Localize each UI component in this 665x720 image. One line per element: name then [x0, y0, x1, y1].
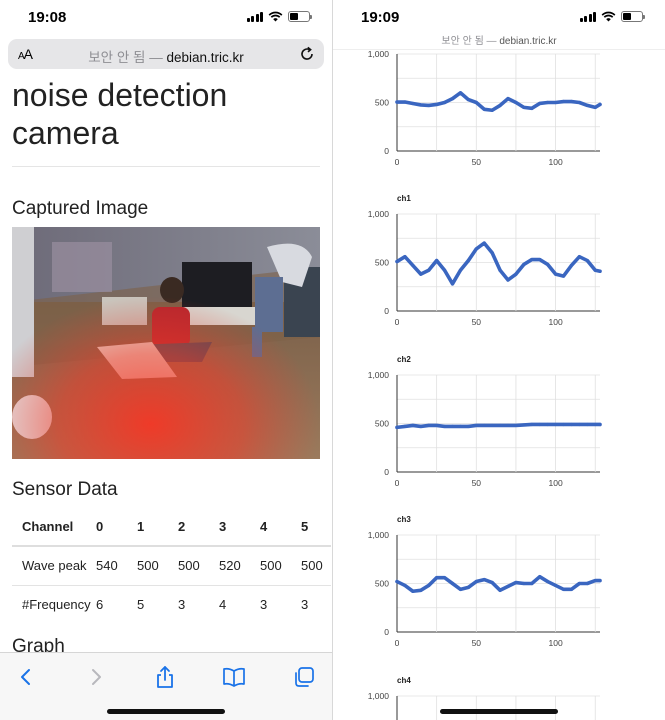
status-bar: 19:08 — [0, 0, 332, 36]
page-title: noise detection camera — [12, 77, 228, 151]
table-cell: 500 — [137, 545, 178, 585]
table-cell: 5 — [137, 584, 178, 624]
table-cell: 500 — [260, 545, 301, 585]
row-label: Wave peak — [12, 545, 96, 585]
table-header: 1 — [137, 518, 145, 534]
address-bar[interactable]: AA 보안 안 됨 — debian.tric.kr — [8, 39, 324, 69]
battery-icon — [288, 11, 312, 22]
back-icon[interactable] — [14, 665, 40, 689]
cellular-signal-icon — [246, 11, 263, 22]
table-cell: 3 — [260, 584, 301, 624]
table-cell: 520 — [219, 545, 260, 585]
forward-icon[interactable] — [82, 665, 108, 689]
right-screen: 19:09 보안 안 됨 — debian.tric.kr 0 500 1,000 0… — [333, 0, 665, 720]
table-cell: 500 — [301, 545, 331, 585]
bookmarks-icon[interactable] — [221, 665, 247, 689]
url-host: debian.tric.kr — [166, 50, 244, 65]
line-chart: 1,000 — [368, 691, 600, 720]
row-label: #Frequency — [12, 584, 96, 624]
table-cell: 6 — [96, 584, 137, 624]
table-header: 0 — [96, 518, 104, 534]
table-header: 5 — [301, 518, 309, 534]
table-header: Channel — [22, 518, 74, 534]
table-cell: 4 — [219, 584, 260, 624]
table-cell: 3 — [178, 584, 219, 624]
table-row: #Frequency 6 5 3 4 3 3 — [12, 584, 331, 624]
tabs-icon[interactable] — [292, 665, 318, 689]
title-divider — [12, 166, 320, 167]
page-content: noise detection camera — [12, 76, 320, 167]
browser-toolbar — [0, 652, 332, 720]
table-header: 4 — [260, 518, 268, 534]
url-separator: — — [145, 50, 167, 65]
sensor-data-heading: Sensor Data — [12, 479, 118, 500]
status-time: 19:08 — [28, 9, 67, 26]
status-icons — [246, 11, 312, 22]
table-cell: 500 — [178, 545, 219, 585]
table-cell: 3 — [301, 584, 331, 624]
home-indicator — [107, 709, 225, 714]
captured-image — [12, 227, 320, 459]
url-display[interactable]: 보안 안 됨 — debian.tric.kr — [8, 46, 324, 66]
share-icon[interactable] — [152, 665, 178, 689]
reload-icon[interactable] — [298, 45, 316, 63]
y-tick-label: 1,000 — [368, 691, 390, 701]
home-indicator — [440, 709, 558, 714]
table-cell: 540 — [96, 545, 137, 585]
table-row: Wave peak 540 500 500 520 500 500 — [12, 545, 331, 585]
table-header: 3 — [219, 518, 227, 534]
insecure-label: 보안 안 됨 — [88, 50, 146, 65]
table-header: 2 — [178, 518, 186, 534]
wifi-icon — [268, 11, 283, 22]
table-header-row: Channel 0 1 2 3 4 5 — [12, 507, 331, 546]
captured-image-heading: Captured Image — [12, 198, 149, 219]
left-screen: 19:08 AA 보안 안 됨 — debian.tric.kr noise d… — [0, 0, 332, 720]
sensor-data-table: Channel 0 1 2 3 4 5 Wave peak 540 500 50… — [12, 507, 331, 624]
